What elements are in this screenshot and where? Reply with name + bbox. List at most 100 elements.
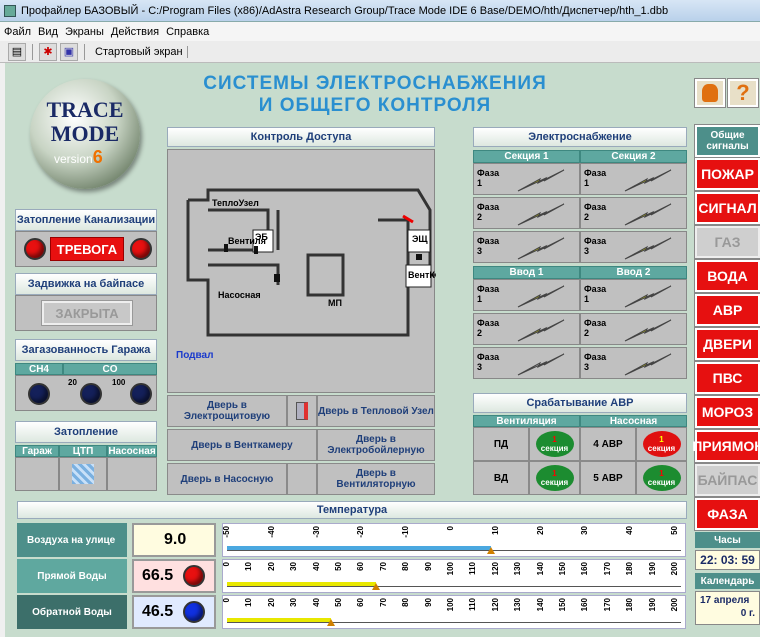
scale-tick-label: 160 (580, 562, 590, 576)
avr4-section: секция (647, 444, 676, 453)
door-electro-boiler[interactable]: Дверь в Электробойлерную (317, 429, 435, 461)
garage-gas-panel: 20 100 (15, 375, 157, 411)
door-pump-room[interactable]: Дверь в Насосную (167, 463, 287, 495)
door-vent-chamber[interactable]: Дверь в Венткамеру (167, 429, 317, 461)
flooding-col-garage: Гараж (15, 445, 59, 457)
signal-doors-button[interactable]: ДВЕРИ (695, 328, 760, 360)
signal-pit-button[interactable]: ПРИЯМОК (692, 430, 760, 462)
signal-water-button[interactable]: ВОДА (695, 260, 760, 292)
lightning-icon (517, 319, 565, 342)
lightning-icon (624, 353, 672, 376)
phase-label: Фаза 3 (584, 236, 607, 256)
logo-text-trace: TRACE (46, 97, 124, 122)
scale-tick-label: 0 (222, 562, 231, 567)
avr-pd-indicator: 1 секция (535, 431, 574, 457)
title-bar: Профайлер БАЗОВЫЙ - C:/Program Files (x8… (0, 0, 760, 22)
toolbar-run-button[interactable]: ✱ (39, 42, 57, 61)
gas-co-low-label: 20 (68, 378, 77, 387)
scale-tick-label: 90 (423, 598, 433, 607)
bypass-valve-panel: ЗАКРЫТА (15, 295, 157, 331)
scale-tick-label: 40 (311, 562, 321, 571)
signal-fire-button[interactable]: ПОЖАР (695, 158, 760, 190)
flooding-col-pump: Насосная (107, 445, 157, 457)
operator-button[interactable] (695, 79, 725, 107)
door-electro-panel-label: Дверь в Электрощитовую (183, 400, 271, 422)
signal-phase-button[interactable]: ФАЗА (695, 498, 760, 530)
scale-tick-label: 0 (222, 598, 231, 603)
scale-tick-label: 10 (490, 526, 500, 535)
menu-file[interactable]: Файл (4, 26, 31, 38)
screen-selector[interactable]: Стартовый экран (91, 45, 188, 58)
return-lamp (183, 601, 206, 623)
flooding-cell-pump (107, 457, 157, 491)
door-heat-node-label: Дверь в Тепловой Узел (318, 405, 434, 417)
door-sensor-eb (254, 246, 258, 254)
scale-tick-label: 170 (602, 598, 612, 612)
avr5-section: секция (647, 478, 676, 487)
phase-label: Фаза 1 (477, 284, 500, 304)
scale-tick-label: 180 (625, 562, 635, 576)
avr-pd-cell: 1 секция (529, 427, 580, 461)
gas-co-high-label: 100 (112, 378, 126, 387)
calendar-label: Календарь (695, 573, 760, 589)
page-title-line2: И ОБЩЕГО КОНТРОЛЯ (258, 95, 492, 116)
gas-lamp-co-high (130, 383, 152, 405)
door-pump-room-status (287, 463, 317, 495)
menu-bar: Файл Вид Экраны Действия Справка (0, 22, 760, 41)
signal-gas-button[interactable]: ГАЗ (695, 226, 760, 258)
signal-frost-button[interactable]: МОРОЗ (695, 396, 760, 428)
signal-pvs-button[interactable]: ПВС (695, 362, 760, 394)
phase-label: Фаза 2 (584, 202, 607, 222)
menu-view[interactable]: Вид (38, 26, 58, 38)
scale-pointer (327, 619, 336, 626)
scale-tick-label: 30 (580, 526, 590, 535)
scale-tick-label: 30 (289, 562, 299, 571)
gas-lamp-co-low (80, 383, 102, 405)
calendar-value: 17 апреля 0 г. (695, 591, 760, 625)
temp-outside-number: 9.0 (164, 531, 187, 548)
phase-label: Фаза 3 (477, 352, 500, 372)
toolbar-separator (32, 43, 33, 60)
phase-label: Фаза 2 (584, 318, 607, 338)
logo-version-label: version (54, 152, 93, 166)
scale-axis (227, 622, 681, 623)
door-electro-panel[interactable]: Дверь в Электрощитовую (167, 395, 287, 427)
toolbar-doc-button[interactable]: ▤ (8, 42, 26, 61)
menu-help[interactable]: Справка (166, 26, 209, 38)
toolbar-screen-button[interactable]: ▣ (60, 42, 78, 61)
phase-label: Фаза 3 (477, 236, 500, 256)
avr4-cell: 1 секция (636, 427, 687, 461)
signal-alarm-button[interactable]: СИГНАЛ (695, 192, 760, 224)
temp-return-value: 46.5 (132, 595, 216, 629)
avr4-count: 1 (659, 435, 664, 444)
door-heat-node[interactable]: Дверь в Тепловой Узел (317, 395, 435, 427)
signals-header: Общие сигналы (695, 125, 760, 157)
phase-cell-power-grid-b-1-2: Фаза 2 (580, 313, 687, 345)
lightning-icon (624, 285, 672, 308)
temp-return-label: Обратной Воды (17, 595, 127, 629)
temp-supply-value: 66.5 (132, 559, 216, 593)
trace-mode-logo: TRACE MODE version6 (30, 79, 140, 189)
temp-supply-scale: 0 10 20 30 40 50 60 70 80 90 100 110 120 130 140 150 160… (222, 559, 686, 593)
garage-gas-col-ch4: CH4 (15, 363, 63, 375)
avr-col-pump: Насосная (580, 415, 687, 427)
phase-label: Фаза 1 (584, 168, 607, 188)
temp-return-scale: 0 10 20 30 40 50 60 70 80 90 100 110 120 130 140 150 160… (222, 595, 686, 629)
room-label-pump: Насосная (218, 290, 261, 300)
scale-tick-label: 80 (401, 598, 411, 607)
menu-screens[interactable]: Экраны (65, 26, 104, 38)
flood-sewer-header: Затопление Канализации (15, 209, 157, 231)
avr5-indicator: 1 секция (642, 465, 681, 491)
door-fan-room[interactable]: Дверь в Вентиляторную (317, 463, 435, 495)
signal-avr-button[interactable]: АВР (695, 294, 760, 326)
mimic-screen: TRACE MODE version6 СИСТЕМЫ ЭЛЕКТРОСНАБЖ… (5, 63, 760, 637)
phase-cell-power-grid-a-0-1: Фаза 1 (473, 163, 580, 195)
menu-actions[interactable]: Действия (111, 26, 159, 38)
scale-axis (227, 586, 681, 587)
lightning-icon (517, 169, 565, 192)
signal-bypass-button[interactable]: БАЙПАС (695, 464, 760, 496)
help-button[interactable]: ? (728, 79, 758, 107)
avr-vd-count: 1 (552, 469, 557, 478)
app-icon (4, 4, 16, 17)
door-sensor-pump (274, 274, 280, 282)
